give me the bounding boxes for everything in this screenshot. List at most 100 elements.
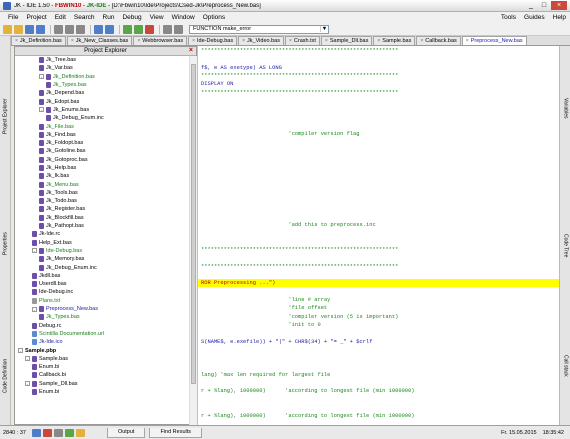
- code-line[interactable]: ****************************************…: [201, 73, 398, 79]
- tree-item[interactable]: Ide-Debug.inc: [15, 288, 189, 296]
- code-line[interactable]: ****************************************…: [201, 247, 398, 253]
- output-tab[interactable]: Output: [106, 427, 146, 438]
- editor-tab[interactable]: × Jk_Definition.bas: [11, 36, 66, 45]
- tree-item[interactable]: - Jk_Definition.bas: [15, 73, 189, 81]
- tree-collapse-icon[interactable]: -: [32, 248, 37, 254]
- new-file-icon[interactable]: [3, 24, 12, 34]
- editor-tab[interactable]: × Preprocess_New.bas: [461, 36, 527, 45]
- tree-item[interactable]: Scintilla Documentation.url: [15, 330, 189, 338]
- tree-item[interactable]: Jk_Tools.bas: [15, 189, 189, 197]
- minimize-button[interactable]: _: [525, 1, 537, 10]
- status-warning-icon[interactable]: [75, 428, 85, 437]
- tree-collapse-icon[interactable]: -: [39, 107, 44, 113]
- status-run-icon[interactable]: [64, 428, 74, 437]
- code-line[interactable]: DISPLAY ON: [201, 81, 233, 87]
- tree-item[interactable]: Jk_Pathopt.bas: [15, 222, 189, 230]
- open-folder-icon[interactable]: [14, 24, 23, 34]
- side-tab-code-tree[interactable]: Code Tree: [560, 226, 570, 266]
- menu-edit[interactable]: Edit: [51, 14, 70, 21]
- tree-item[interactable]: Jk_Types.bas: [15, 313, 189, 321]
- run-icon[interactable]: [134, 24, 143, 34]
- code-line[interactable]: ****************************************…: [201, 264, 398, 270]
- tree-item[interactable]: Jk_Gotoproc.bas: [15, 156, 189, 164]
- code-line[interactable]: 'line # array: [201, 297, 330, 303]
- procedure-select[interactable]: FUNCTION make_error ▼: [189, 24, 329, 34]
- menu-file[interactable]: File: [4, 14, 22, 21]
- tab-close-icon[interactable]: ×: [289, 38, 292, 44]
- editor-tab[interactable]: × Jk_Video.bas: [238, 36, 284, 45]
- code-line[interactable]: r + %lang), 1000000) 'according to longe…: [201, 388, 415, 394]
- tree-item[interactable]: Help_Ext.bas: [15, 239, 189, 247]
- tab-close-icon[interactable]: ×: [466, 38, 469, 44]
- tree-collapse-icon[interactable]: -: [25, 381, 30, 387]
- code-line[interactable]: ROR Preprocessing ..."): [201, 280, 275, 286]
- tree-item[interactable]: Jk_Depend.bas: [15, 89, 189, 97]
- undo-icon[interactable]: [94, 24, 103, 34]
- side-tab-project-explorer[interactable]: Project Explorer: [0, 86, 11, 146]
- tree-item[interactable]: Jk_Debug_Enum.inc: [15, 114, 189, 122]
- tree-item[interactable]: - Jk_Enums.bas: [15, 106, 189, 114]
- tab-close-icon[interactable]: ×: [192, 38, 195, 44]
- menu-search[interactable]: Search: [70, 14, 99, 21]
- side-tab-call-stack[interactable]: Call stack: [560, 346, 570, 386]
- tree-item[interactable]: Jk_Register.bas: [15, 205, 189, 213]
- tab-close-icon[interactable]: ×: [242, 38, 245, 44]
- tree-item[interactable]: Jkdll.bas: [15, 272, 189, 280]
- tree-item[interactable]: - Preprocess_New.bas: [15, 305, 189, 313]
- tree-item[interactable]: Debug.rc: [15, 322, 189, 330]
- code-line[interactable]: S(NAME$, e.exefile)) + "|" + CHR$(34) + …: [201, 339, 372, 345]
- side-tab-code-definition[interactable]: Code Definition: [0, 346, 11, 406]
- code-line[interactable]: ****************************************…: [201, 90, 398, 96]
- editor-tab[interactable]: × Jk_New_Classes.bas: [66, 36, 133, 45]
- tab-close-icon[interactable]: ×: [137, 38, 140, 44]
- tree-collapse-icon[interactable]: -: [32, 306, 37, 312]
- tab-close-icon[interactable]: ×: [377, 38, 380, 44]
- explorer-scroll-thumb[interactable]: [191, 64, 196, 384]
- paste-icon[interactable]: [76, 24, 85, 34]
- tree-item[interactable]: Jk-Ide.rc: [15, 230, 189, 238]
- code-line[interactable]: 'add this to preprocess.inc: [201, 222, 375, 228]
- tree-item[interactable]: Jk_Gotoline.bas: [15, 147, 189, 155]
- editor-tab[interactable]: × Ide-Debug.bas: [188, 36, 238, 45]
- code-line[interactable]: lang) 'max len required for largest file: [201, 372, 330, 378]
- explorer-scrollbar[interactable]: [189, 56, 197, 425]
- save-icon[interactable]: [25, 24, 34, 34]
- editor-tab[interactable]: × Sample_Dll.bas: [320, 36, 373, 45]
- code-editor[interactable]: ****************************************…: [197, 46, 559, 425]
- menu-run[interactable]: Run: [99, 14, 119, 21]
- code-line[interactable]: f$, e AS exetype) AS LONG: [201, 65, 282, 71]
- menu-help[interactable]: Help: [549, 14, 570, 21]
- code-line[interactable]: r + %lang), 1000000) 'according to longe…: [201, 413, 415, 419]
- tree-item[interactable]: Jk_File.bas: [15, 122, 189, 130]
- tree-item[interactable]: Jk_Help.bas: [15, 164, 189, 172]
- tree-item[interactable]: Jk_Debug_Enum.inc: [15, 263, 189, 271]
- code-line[interactable]: ****************************************…: [201, 48, 398, 54]
- explorer-close-icon[interactable]: ×: [189, 47, 193, 54]
- compile-icon[interactable]: [123, 24, 132, 34]
- tree-item[interactable]: Enum.bi: [15, 388, 189, 396]
- tree-item[interactable]: Jk_Var.bas: [15, 64, 189, 72]
- tree-item[interactable]: Jk_Types.bas: [15, 81, 189, 89]
- side-tab-properties[interactable]: Properties: [0, 221, 11, 266]
- tab-close-icon[interactable]: ×: [420, 38, 423, 44]
- menu-options[interactable]: Options: [199, 14, 229, 21]
- side-tab-variables[interactable]: Variables: [560, 86, 570, 131]
- tree-item[interactable]: Userdll.bas: [15, 280, 189, 288]
- code-line[interactable]: 'init to 0: [201, 322, 320, 328]
- menu-guides[interactable]: Guides: [520, 14, 549, 21]
- status-format-icon[interactable]: [31, 428, 41, 437]
- tree-collapse-icon[interactable]: -: [39, 74, 44, 80]
- tree-item[interactable]: Jk_Ik.bas: [15, 172, 189, 180]
- tab-close-icon[interactable]: ×: [325, 38, 328, 44]
- status-error-icon[interactable]: [42, 428, 52, 437]
- menu-debug[interactable]: Debug: [118, 14, 145, 21]
- copy-icon[interactable]: [65, 24, 74, 34]
- editor-tab[interactable]: × Crash.txt: [284, 36, 320, 45]
- editor-tab[interactable]: × Sample.bas: [373, 36, 416, 45]
- tree-item[interactable]: - Sample_Dll.bas: [15, 380, 189, 388]
- tree-item[interactable]: - Sample.bas: [15, 355, 189, 363]
- code-line[interactable]: 'compiler version (5 is important): [201, 314, 398, 320]
- tree-item[interactable]: Jk_Menu.bas: [15, 180, 189, 188]
- tree-item[interactable]: Jk_Find.bas: [15, 131, 189, 139]
- find-icon[interactable]: [163, 24, 172, 34]
